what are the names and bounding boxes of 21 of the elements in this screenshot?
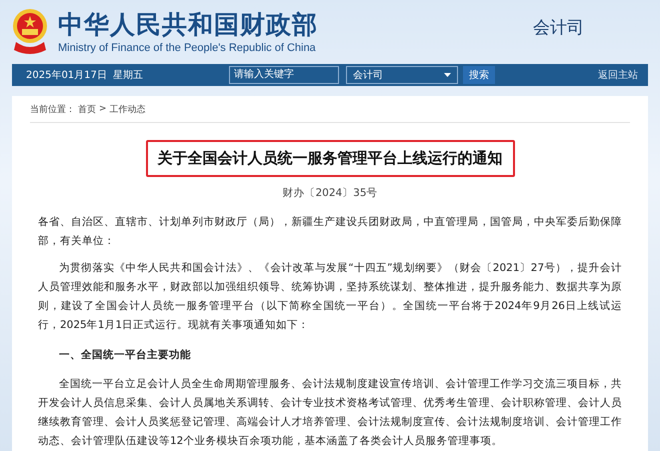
paragraph: 全国统一平台立足会计人员全生命周期管理服务、会计法规制度建设宣传培训、会计管理工作学习交流三项目标，共开发会计人员信息采集、会计人员属地关系调转、会计专业技术资格考试管理、优秀考生管理、会计职称管理、会计人员继续教育管理、会计人员奖惩登记管理、高端会计人才培养管理、会计法规制度宣传、会计法规制度培训、会计管理工作动态、会计管理队伍建设等12个业务模块百余项功能，基本涵盖了各类会计人员服务管理事项。 — [38, 377, 622, 449]
date-text: 2025年01月17日 — [26, 68, 107, 82]
search-field[interactable]: 请输入关键字 — [228, 66, 339, 84]
section-heading: 一、全国统一平台主要功能 — [58, 348, 192, 363]
site-title: 中华人民共和国财政部 — [58, 10, 318, 40]
breadcrumb-link[interactable]: 工作动态 — [110, 102, 146, 116]
emblem-icon — [10, 8, 50, 56]
paragraph: 各省、自治区、直辖市、计划单列市财政厅（局），新疆生产建设兵团财政局，中直管理局，国管局，中央军委后勤保障部，有关单位： — [38, 215, 622, 249]
breadcrumb-separator: > — [99, 104, 107, 114]
breadcrumb-link[interactable]: 首页 — [78, 102, 96, 116]
category-select[interactable]: 会计司 — [346, 66, 458, 84]
breadcrumb-label: 当前位置： — [30, 104, 75, 116]
site-subtitle: Ministry of Finance of the People's Republic of China — [58, 42, 317, 54]
paragraph: 为贯彻落实《中华人民共和国会计法》、《会计改革与发展“十四五”规划纲要》（财会〔2021〕27号），提升会计人员管理效能和服务水平，财政部以加强组织领导、统筹协调，坚持系统谋划、整体推进，提升服务能力、数据共享为原则，建设了全国会计人员统一服务管理平台（以下简称全国统一平台）。全国统一平台将于2024年9月26日上线试运行，2025年1月1日正式运行。现就有关事项通知如下： — [38, 261, 622, 333]
weekday-text: 星期五 — [112, 68, 143, 82]
article-title: 关于全国会计人员统一服务管理平台上线运行的通知 — [146, 140, 514, 177]
document-number: 财办〔2024〕35号 — [282, 186, 378, 200]
department-name: 会计司 — [533, 17, 584, 40]
search-button[interactable]: 搜索 — [462, 66, 495, 84]
home-link[interactable]: 返回主站 — [598, 68, 638, 82]
caret-icon — [444, 72, 451, 77]
